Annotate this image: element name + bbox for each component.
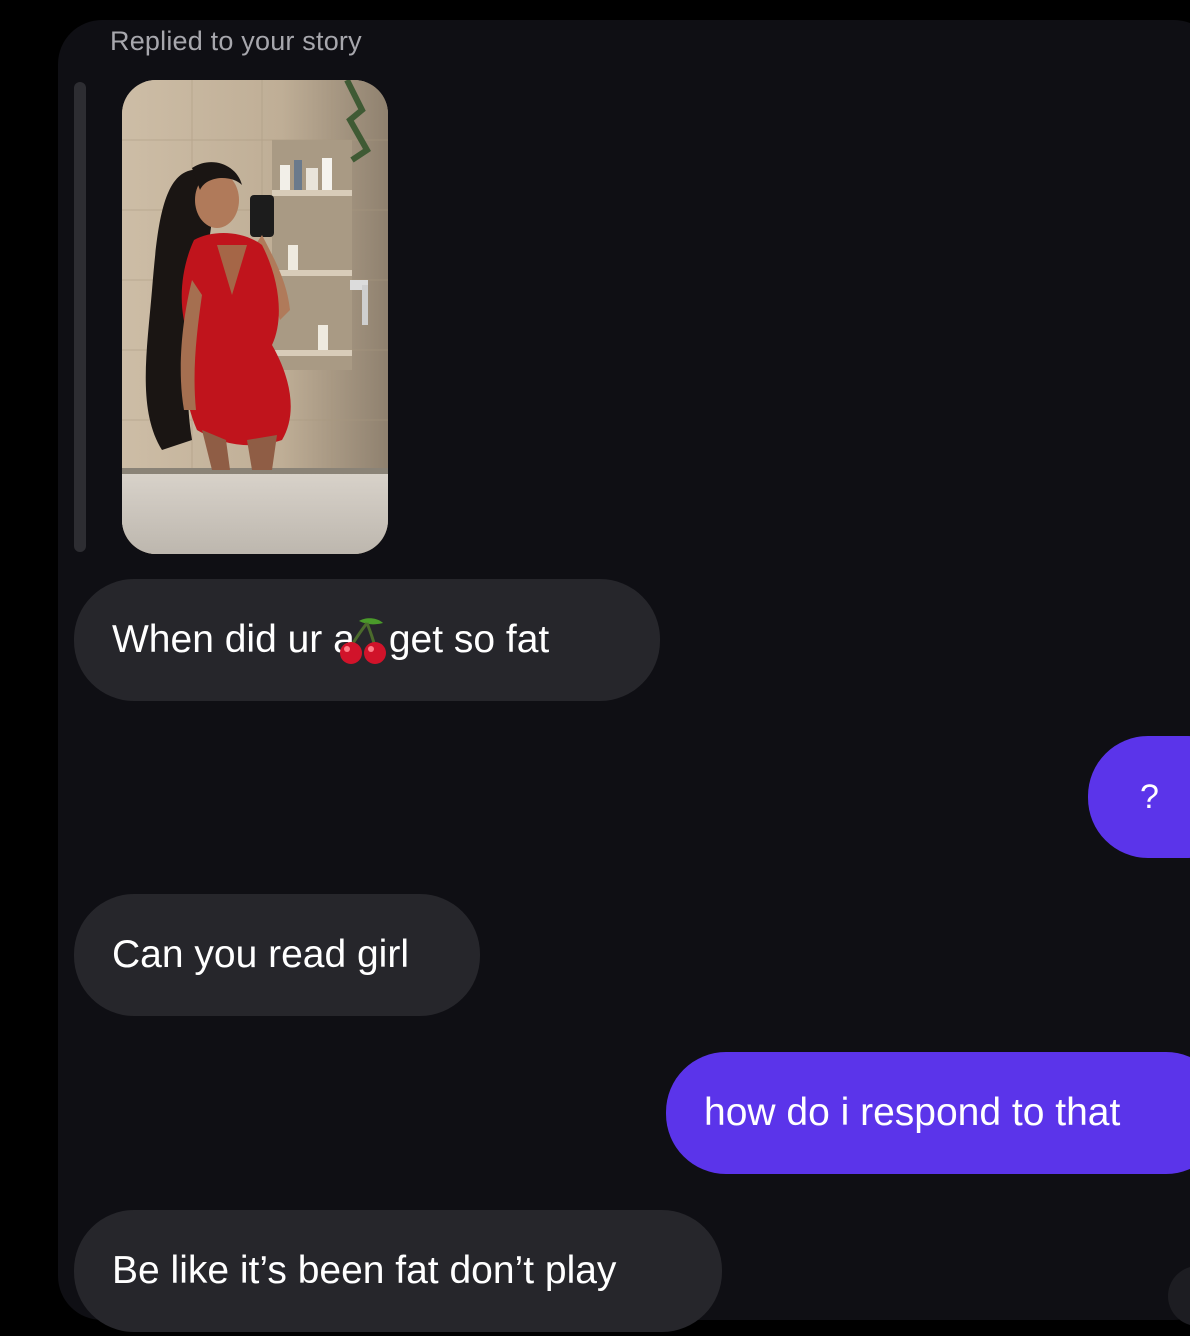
story-thumbnail[interactable]: [122, 80, 388, 554]
cherry-emoji-icon: [339, 618, 386, 664]
message-text: When did ur a: [112, 618, 355, 661]
message-bubble-outgoing[interactable]: how do i respond to that: [666, 1052, 1190, 1174]
replied-to-story-label: Replied to your story: [110, 26, 362, 56]
message-text: Be like it’s been fat don’t play: [112, 1249, 617, 1292]
message-text: ?: [1140, 777, 1159, 816]
reply-quote-bar: [74, 82, 86, 552]
message-bubble-incoming[interactable]: Be like it’s been fat don’t play: [74, 1210, 722, 1332]
message-text: Can you read girl: [112, 933, 409, 976]
message-bubble-incoming[interactable]: When did ur a get so fat: [74, 579, 660, 701]
message-text: how do i respond to that: [704, 1091, 1121, 1134]
message-text: get so fat: [388, 618, 550, 661]
story-photo-image: [122, 80, 388, 554]
message-bubble-incoming[interactable]: Can you read girl: [74, 894, 480, 1016]
